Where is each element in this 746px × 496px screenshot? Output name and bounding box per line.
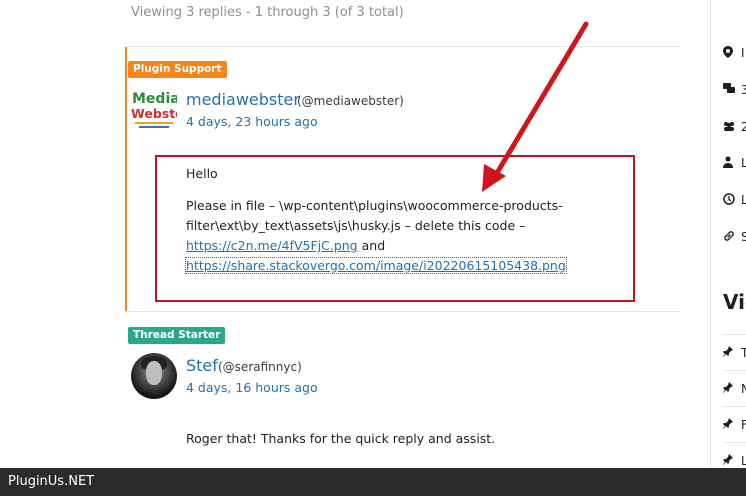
author-link[interactable]: Stef xyxy=(186,356,218,375)
link-icon xyxy=(724,231,734,241)
divider xyxy=(723,370,746,371)
author-handle: (@serafinnyc) xyxy=(218,360,302,374)
user-icon xyxy=(723,156,733,168)
divider xyxy=(723,334,746,335)
divider xyxy=(723,442,746,443)
author-link[interactable]: mediawebster xyxy=(186,90,300,109)
sidebar-pinned-topic[interactable]: N xyxy=(723,382,746,396)
clock-icon xyxy=(723,193,735,205)
avatar-mediawebster[interactable]: Media Webster xyxy=(131,87,191,133)
screenshot-link-2[interactable]: https://share.stackovergo.com/image/i202… xyxy=(185,257,567,274)
plugin-support-badge: Plugin Support xyxy=(128,61,227,78)
avatar-face xyxy=(146,361,162,385)
avatar-stef[interactable] xyxy=(131,353,177,399)
author-handle: (@mediawebster) xyxy=(297,94,404,108)
reply-permalink[interactable]: 4 days, 16 hours ago xyxy=(186,380,318,395)
reply-body: Please in file – \wp-content\plugins\woo… xyxy=(185,196,567,276)
users-icon xyxy=(724,122,734,131)
svg-text:Media: Media xyxy=(132,91,177,107)
sidebar: I 3 2 L L S Vie T N F L xyxy=(710,0,746,496)
reply-body-text: Please in file – \wp-content\plugins\woo… xyxy=(186,198,563,233)
annotation-arrow-icon xyxy=(482,21,589,192)
sidebar-item-location: I xyxy=(723,46,745,61)
pin-icon xyxy=(723,346,733,357)
divider xyxy=(125,311,680,312)
mediawebster-logo: Media Webster xyxy=(131,91,191,128)
reply-greeting: Hello xyxy=(186,166,218,181)
location-icon xyxy=(723,46,733,58)
sidebar-item-replies: 3 xyxy=(723,83,746,97)
footer-bar: PluginUs.NET xyxy=(0,468,746,496)
sidebar-item-last-reply: L xyxy=(723,156,746,171)
divider xyxy=(723,406,746,407)
reply-permalink[interactable]: 4 days, 23 hours ago xyxy=(186,114,318,129)
pin-icon xyxy=(723,418,733,429)
sidebar-item-link[interactable]: S xyxy=(723,230,746,245)
sidebar-pinned-topic[interactable]: F xyxy=(723,418,746,432)
replies-count: Viewing 3 replies - 1 through 3 (of 3 to… xyxy=(131,5,404,20)
thread-starter-badge: Thread Starter xyxy=(128,327,226,344)
pin-icon xyxy=(723,454,733,465)
sidebar-item-participants: 2 xyxy=(723,120,746,134)
reply-body: Roger that! Thanks for the quick reply a… xyxy=(186,431,496,446)
pin-icon xyxy=(723,382,733,393)
svg-text:Webster: Webster xyxy=(131,106,177,121)
sidebar-heading: Vie xyxy=(723,290,746,314)
and-text: and xyxy=(361,238,386,253)
sidebar-pinned-topic[interactable]: T xyxy=(723,346,746,360)
sidebar-pinned-topic[interactable]: L xyxy=(723,454,746,468)
comments-icon xyxy=(723,83,735,93)
screenshot-link-1[interactable]: https://c2n.me/4fV5FjC.png xyxy=(186,238,358,253)
sidebar-item-last-activity: L xyxy=(723,193,746,208)
footer-brand: PluginUs.NET xyxy=(8,474,95,489)
